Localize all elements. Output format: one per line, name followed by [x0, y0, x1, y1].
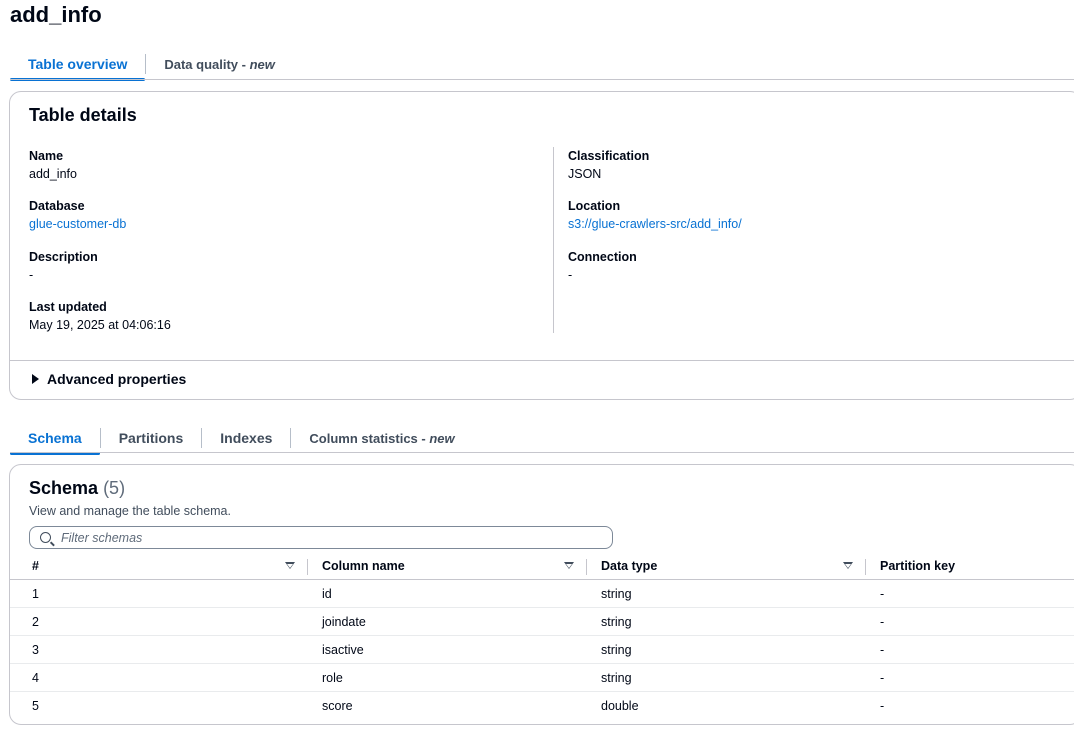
- table-header-row: # Column name Data type Partition key: [10, 553, 1074, 580]
- last-updated-label: Last updated: [29, 300, 107, 314]
- location-field: Location s3://glue-crawlers-src/add_info…: [568, 197, 742, 233]
- cell-data-type: string: [601, 670, 632, 685]
- classification-value: JSON: [568, 167, 602, 181]
- database-label: Database: [29, 199, 85, 213]
- name-value: add_info: [29, 167, 77, 181]
- table-details-panel: Table details Name add_info Database glu…: [9, 91, 1074, 400]
- connection-label: Connection: [568, 250, 637, 264]
- name-field: Name add_info: [29, 147, 77, 183]
- cell-index: 4: [32, 670, 39, 685]
- top-tabs: Table overview Data quality - new: [10, 50, 293, 81]
- sort-down-icon[interactable]: [564, 562, 574, 569]
- schema-table: # Column name Data type Partition key 1 …: [10, 553, 1074, 720]
- cell-partition-key: -: [880, 614, 885, 629]
- sort-down-icon[interactable]: [285, 562, 295, 569]
- tab-data-quality[interactable]: Data quality - new: [146, 50, 293, 78]
- table-row: 4 role string -: [10, 664, 1074, 692]
- classification-label: Classification: [568, 149, 650, 163]
- cell-data-type: double: [601, 699, 639, 713]
- page-title: add_info: [10, 2, 102, 27]
- location-link[interactable]: s3://glue-crawlers-src/add_info/: [568, 215, 742, 233]
- column-resizer[interactable]: [865, 559, 866, 575]
- tabs-divider: [10, 79, 1074, 80]
- tab-label: Indexes: [220, 430, 273, 446]
- schema-panel: Schema (5) View and manage the table sch…: [9, 464, 1074, 725]
- last-updated-field: Last updated May 19, 2025 at 04:06:16: [29, 298, 171, 334]
- table-row: 2 joindate string -: [10, 608, 1074, 636]
- cell-column-name: joindate: [322, 614, 366, 629]
- tab-column-statistics[interactable]: Column statistics - new: [291, 424, 472, 452]
- location-label: Location: [568, 199, 621, 213]
- filter-schemas-input[interactable]: [61, 530, 581, 545]
- tab-label: Column statistics -: [309, 430, 430, 446]
- name-label: Name: [29, 149, 64, 163]
- cell-data-type: string: [601, 642, 632, 657]
- schema-tabs: Schema Partitions Indexes Column statist…: [10, 424, 473, 455]
- tab-table-overview[interactable]: Table overview: [10, 50, 146, 81]
- header-data-type[interactable]: Data type: [601, 553, 657, 579]
- description-label: Description: [29, 250, 98, 264]
- column-divider: [553, 147, 554, 333]
- cell-index: 2: [32, 614, 39, 629]
- cell-column-name: isactive: [322, 642, 364, 657]
- filter-schemas-box: [29, 526, 613, 549]
- sort-down-icon[interactable]: [843, 562, 853, 569]
- tab-indexes[interactable]: Indexes: [202, 424, 290, 452]
- search-icon: [40, 532, 51, 543]
- cell-index: 5: [32, 699, 39, 713]
- cell-index: 3: [32, 642, 39, 657]
- tab-partitions[interactable]: Partitions: [101, 424, 202, 452]
- column-resizer[interactable]: [586, 559, 587, 575]
- new-tag: new: [249, 56, 275, 72]
- caret-right-icon: [32, 374, 39, 384]
- tab-schema[interactable]: Schema: [10, 424, 100, 455]
- last-updated-value: May 19, 2025 at 04:06:16: [29, 318, 171, 332]
- new-tag: new: [429, 430, 455, 446]
- schema-heading: Schema (5): [29, 478, 125, 499]
- table-row: 5 score double -: [10, 692, 1074, 720]
- details-divider: [10, 360, 1074, 361]
- cell-column-name: role: [322, 670, 343, 685]
- table-row: 1 id string -: [10, 580, 1074, 608]
- description-value: -: [29, 268, 34, 282]
- cell-index: 1: [32, 586, 39, 601]
- tab-label: Data quality -: [164, 56, 250, 72]
- connection-value: -: [568, 268, 573, 282]
- advanced-properties-toggle[interactable]: Advanced properties: [32, 371, 186, 387]
- database-link[interactable]: glue-customer-db: [29, 215, 126, 233]
- table-details-heading: Table details: [29, 105, 137, 125]
- tab-label: Table overview: [28, 56, 128, 72]
- connection-field: Connection -: [568, 248, 637, 284]
- cell-partition-key: -: [880, 670, 885, 685]
- column-resizer[interactable]: [307, 559, 308, 575]
- table-row: 3 isactive string -: [10, 636, 1074, 664]
- cell-column-name: score: [322, 699, 353, 713]
- schema-description: View and manage the table schema.: [29, 504, 231, 518]
- tab-label: Schema: [28, 430, 82, 446]
- schema-title: Schema: [29, 478, 99, 498]
- tab-label: Partitions: [118, 430, 184, 446]
- header-partition-key[interactable]: Partition key: [880, 553, 955, 579]
- advanced-properties-label: Advanced properties: [47, 371, 187, 387]
- cell-partition-key: -: [880, 642, 885, 657]
- database-field: Database glue-customer-db: [29, 197, 126, 233]
- description-field: Description -: [29, 248, 98, 284]
- cell-partition-key: -: [880, 699, 885, 713]
- classification-field: Classification JSON: [568, 147, 649, 183]
- cell-data-type: string: [601, 586, 632, 601]
- header-column-name[interactable]: Column name: [322, 553, 405, 579]
- tabs-divider: [10, 452, 1074, 453]
- cell-column-name: id: [322, 586, 332, 601]
- cell-data-type: string: [601, 614, 632, 629]
- cell-partition-key: -: [880, 586, 885, 601]
- header-index[interactable]: #: [32, 553, 39, 579]
- schema-count: (5): [103, 478, 126, 498]
